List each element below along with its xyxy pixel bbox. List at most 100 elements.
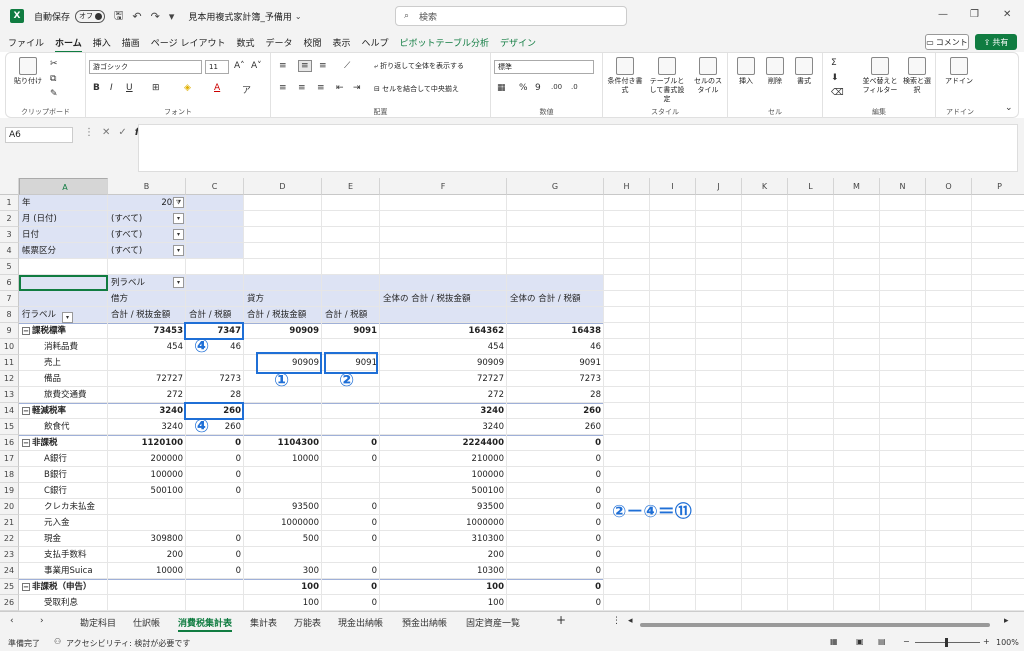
cell-f11[interactable]: 90909 <box>380 355 507 371</box>
spreadsheet-grid[interactable]: ABCDEFGHIJKLMNOP 1年 20 25 2月 (日付) (すべて) 3日付 (すべ… <box>0 178 1024 611</box>
customize-qat-icon[interactable]: ▾ <box>169 10 175 23</box>
cell-b15[interactable]: 3240 <box>108 419 186 435</box>
cell-g14[interactable]: 260 <box>507 403 604 419</box>
row-header-20[interactable]: 20 <box>0 499 19 515</box>
cell-g22[interactable]: 0 <box>507 531 604 547</box>
cell-e8[interactable]: 合計 / 税額 <box>322 307 380 323</box>
align-center-icon[interactable]: ≡ <box>298 83 306 93</box>
cell-b22[interactable]: 309800 <box>108 531 186 547</box>
copy-icon[interactable]: ⧉ <box>50 74 56 84</box>
cell-d7[interactable]: 貸方 <box>244 291 322 307</box>
filter-dropdown-icon[interactable]: ▾ <box>173 213 184 224</box>
name-box[interactable]: A6 <box>5 127 73 143</box>
delete-cells-button[interactable]: 削除 <box>761 57 789 86</box>
collapse-ribbon-icon[interactable]: ⌄ <box>1005 103 1013 113</box>
cell-g18[interactable]: 0 <box>507 467 604 483</box>
cell-f24[interactable]: 10300 <box>380 563 507 579</box>
row-header-25[interactable]: 25 <box>0 579 19 595</box>
cell-g7[interactable]: 全体の 合計 / 税額 <box>507 291 604 307</box>
cell-g10[interactable]: 46 <box>507 339 604 355</box>
sheet-tab[interactable]: 集計表 <box>250 616 277 629</box>
bold-button[interactable]: B <box>93 83 100 93</box>
cell-a11[interactable]: 売上 <box>41 355 170 371</box>
accessibility-status[interactable]: アクセシビリティ: 検討が必要です <box>66 638 190 649</box>
cell-f10[interactable]: 454 <box>380 339 507 355</box>
cell-c23[interactable]: 0 <box>186 547 244 563</box>
italic-button[interactable]: I <box>110 83 113 93</box>
cell-g23[interactable]: 0 <box>507 547 604 563</box>
filter-year-icon[interactable]: ⧩ <box>173 197 184 208</box>
format-as-table-button[interactable]: テーブルとして書式設定 <box>647 57 687 104</box>
addin-button[interactable]: アドイン <box>942 57 976 86</box>
cell-d16[interactable]: 1104300 <box>244 435 322 451</box>
row-header-26[interactable]: 26 <box>0 595 19 611</box>
cell-g12[interactable]: 7273 <box>507 371 604 387</box>
sheet-tab[interactable]: 預金出納帳 <box>402 616 447 629</box>
filter-dropdown-icon[interactable]: ▾ <box>173 229 184 240</box>
cell-f21[interactable]: 1000000 <box>380 515 507 531</box>
cell-c12[interactable]: 7273 <box>186 371 244 387</box>
cell-c16[interactable]: 0 <box>186 435 244 451</box>
cell-f19[interactable]: 500100 <box>380 483 507 499</box>
column-header-m[interactable]: M <box>834 178 880 195</box>
clear-icon[interactable]: ⌫ <box>831 88 844 98</box>
cell-e21[interactable]: 0 <box>322 515 380 531</box>
row-header-7[interactable]: 7 <box>0 291 19 307</box>
column-header-h[interactable]: H <box>604 178 650 195</box>
cancel-icon[interactable]: ✕ <box>102 127 110 138</box>
collapse-icon[interactable]: − <box>22 326 30 335</box>
cell-g15[interactable]: 260 <box>507 419 604 435</box>
cell-g19[interactable]: 0 <box>507 483 604 499</box>
cell-c17[interactable]: 0 <box>186 451 244 467</box>
zoom-level[interactable]: 100% <box>996 638 1019 647</box>
file-name-chevron-icon[interactable]: ⌄ <box>295 12 302 21</box>
cell-b19[interactable]: 500100 <box>108 483 186 499</box>
align-bottom-icon[interactable]: ≡ <box>319 61 327 71</box>
cell-c22[interactable]: 0 <box>186 531 244 547</box>
menu-file[interactable]: ファイル <box>8 36 44 49</box>
merge-center-button[interactable]: ⊟ セルを結合して中央揃え <box>374 85 459 94</box>
cell-b23[interactable]: 200 <box>108 547 186 563</box>
cell-f23[interactable]: 200 <box>380 547 507 563</box>
sheet-tab-active[interactable]: 消費税集計表 <box>178 616 233 632</box>
align-middle-icon[interactable]: ≡ <box>298 60 312 72</box>
page-layout-view-icon[interactable]: ▣ <box>856 637 864 646</box>
cell-a26[interactable]: 受取利息 <box>41 595 170 611</box>
find-select-button[interactable]: 検索と選択 <box>901 57 933 95</box>
percent-icon[interactable]: % <box>519 83 528 93</box>
comma-style-icon[interactable]: 9 <box>535 83 541 93</box>
column-header-b[interactable]: B <box>108 178 186 195</box>
cell-f17[interactable]: 210000 <box>380 451 507 467</box>
column-header-c[interactable]: C <box>186 178 244 195</box>
cell-g20[interactable]: 0 <box>507 499 604 515</box>
align-left-icon[interactable]: ≡ <box>279 83 287 93</box>
row-header-21[interactable]: 21 <box>0 515 19 531</box>
collapse-icon[interactable]: − <box>22 438 30 447</box>
cell-c13[interactable]: 28 <box>186 387 244 403</box>
tab-split-icon[interactable]: ⋮ <box>612 616 621 626</box>
cell-f26[interactable]: 100 <box>380 595 507 611</box>
cell-a20[interactable]: クレカ未払金 <box>41 499 170 515</box>
menu-home[interactable]: ホーム <box>55 36 82 53</box>
cell-styles-button[interactable]: セルのスタイル <box>691 57 725 95</box>
cell-e25[interactable]: 0 <box>322 579 380 595</box>
column-header-e[interactable]: E <box>322 178 380 195</box>
paste-button[interactable]: 貼り付け <box>12 57 44 86</box>
cell-b9[interactable]: 73453 <box>108 323 186 339</box>
sheet-tab[interactable]: 仕訳帳 <box>133 616 160 629</box>
conditional-format-button[interactable]: 条件付き書式 <box>607 57 643 95</box>
cell-g25[interactable]: 0 <box>507 579 604 595</box>
cell-d24[interactable]: 300 <box>244 563 322 579</box>
row-header-4[interactable]: 4 <box>0 243 19 259</box>
row-header-23[interactable]: 23 <box>0 547 19 563</box>
menu-view[interactable]: 表示 <box>333 36 351 49</box>
search-box[interactable]: ⌕ 検索 <box>395 6 627 26</box>
cell-a25[interactable]: − 非課税（申告） <box>19 579 148 595</box>
cell-d25[interactable]: 100 <box>244 579 322 595</box>
enter-icon[interactable]: ✓ <box>118 127 126 138</box>
prev-sheet-icon[interactable]: ‹ <box>10 616 14 626</box>
cell-b16[interactable]: 1120100 <box>108 435 186 451</box>
cell-g9[interactable]: 16438 <box>507 323 604 339</box>
cell-e9[interactable]: 9091 <box>322 323 380 339</box>
select-all-corner[interactable] <box>0 178 19 195</box>
